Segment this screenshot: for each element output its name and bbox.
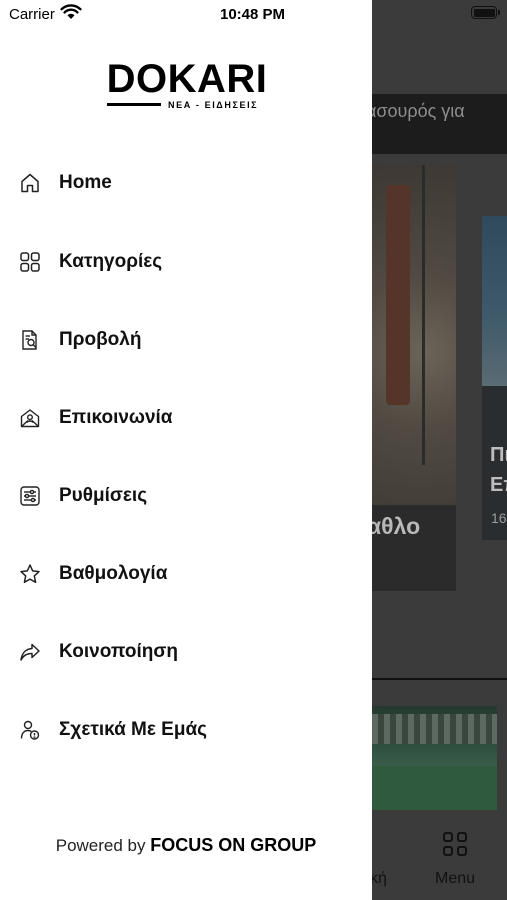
menu-item-label: Home [59,172,112,193]
powered-by-brand[interactable]: FOCUS ON GROUP [150,835,316,855]
tab-partial-label[interactable]: κή [370,870,387,888]
status-bar: Carrier 10:48 PM [0,0,372,28]
news-card-1-image [372,165,456,505]
section-divider [372,678,507,680]
menu-item-about[interactable]: Σχετικά Με Εμάς [0,700,372,760]
logo-title: DOKARI [106,57,268,101]
mail-contact-icon [20,409,40,428]
star-icon [20,564,40,584]
battery-icon [471,6,497,19]
home-icon [21,173,39,193]
menu-item-label: Βαθμολογία [59,563,168,584]
powered-by-footer[interactable]: Powered by FOCUS ON GROUP [0,835,372,856]
carrier-label: Carrier [9,6,55,23]
menu-item-home[interactable]: Home [0,153,372,213]
menu-item-contact[interactable]: Επικοινωνία [0,388,372,448]
menu-item-view[interactable]: Προβολή [0,310,372,370]
news-card-2-title-line1: Πι [490,444,507,466]
logo-underline [107,103,161,106]
news-card-2-date: 16 [491,510,507,526]
battery-tip [498,10,500,15]
news-card-1-title: αθλο [367,513,421,539]
wifi-icon [60,4,82,19]
logo-subtitle: ΝΕΑ - ΕΙΔΗΣΕΙΣ [168,100,259,110]
news-thumbnail[interactable] [372,706,497,810]
tab-menu-label[interactable]: Menu [435,870,475,888]
menu-grid-icon[interactable] [443,832,469,858]
sliders-icon [20,486,40,506]
menu-item-label: Σχετικά Με Εμάς [59,719,208,740]
document-search-icon [22,330,37,350]
menu-item-rating[interactable]: Βαθμολογία [0,544,372,604]
news-card-2-image [482,216,507,386]
dokari-logo: DOKARI ΝΕΑ - ΕΙΔΗΣΕΙΣ [106,57,268,113]
menu-item-label: Προβολή [59,329,142,350]
status-time: 10:48 PM [220,6,286,23]
menu-item-label: Κοινοποίηση [59,641,178,662]
news-card-2-title-line2: Επ [490,474,507,496]
menu-item-share[interactable]: Κοινοποίηση [0,622,372,682]
menu-item-label: Επικοινωνία [59,407,173,428]
headline-text: ασουρός για [366,101,465,121]
menu-item-categories[interactable]: Κατηγορίες [0,232,372,292]
menu-item-label: Ρυθμίσεις [59,485,148,506]
side-drawer: Carrier 10:48 PM DOKARI ΝΕΑ - ΕΙΔΗΣΕΙΣ H… [0,0,372,900]
powered-by-prefix: Powered by [55,836,146,855]
share-icon [20,643,40,661]
menu-item-settings[interactable]: Ρυθμίσεις [0,466,372,526]
about-user-icon [20,720,40,740]
grid-icon [20,252,40,272]
menu-item-label: Κατηγορίες [59,251,163,272]
